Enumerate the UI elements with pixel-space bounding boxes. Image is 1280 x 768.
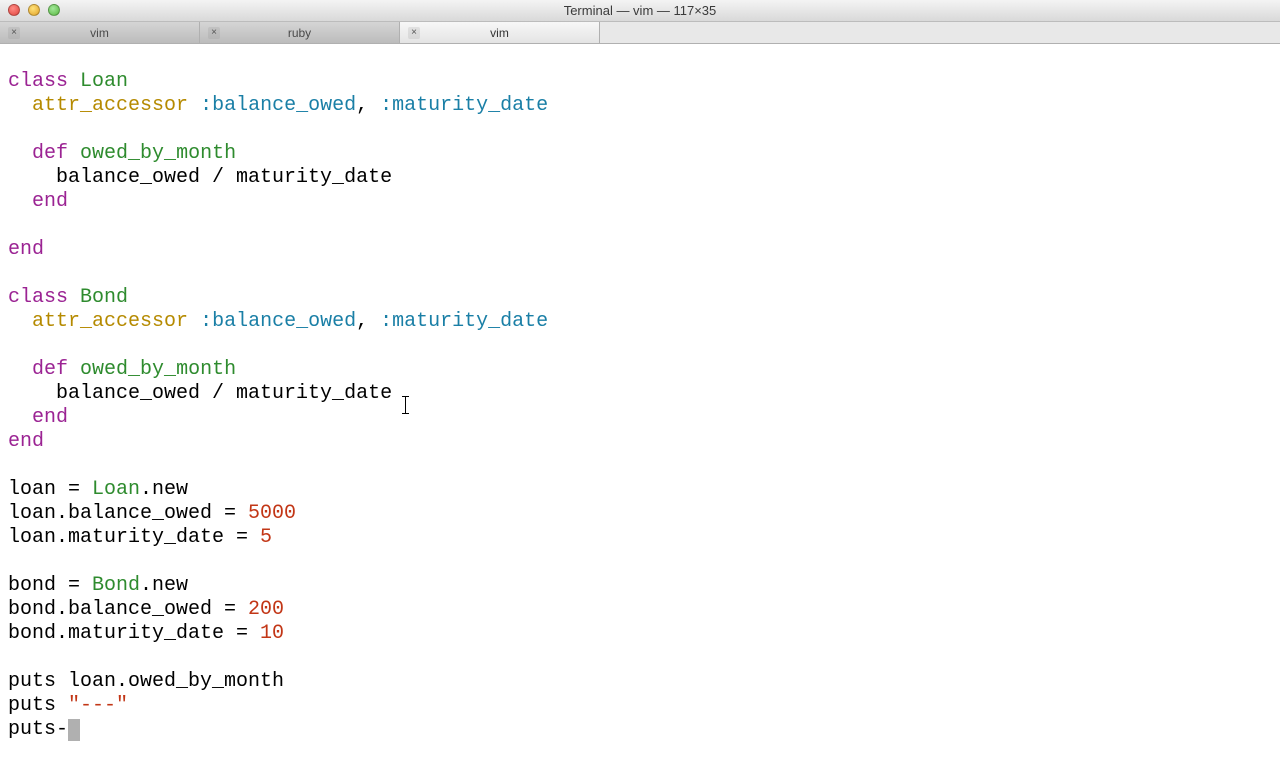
keyword-attr-accessor: attr_accessor (32, 310, 188, 333)
tab-label: vim (428, 21, 599, 45)
text-cursor-icon (405, 396, 406, 414)
method-body: balance_owed / maturity_date (56, 382, 392, 405)
code-text: bond.maturity_date = (8, 622, 260, 645)
symbol-maturity-date: :maturity_date (380, 310, 548, 333)
keyword-end: end (32, 406, 68, 429)
code-text: puts (8, 694, 68, 717)
method-body: balance_owed / maturity_date (56, 166, 392, 189)
tab-bar: × vim × ruby × vim (0, 22, 1280, 44)
method-owed-by-month: owed_by_month (80, 358, 236, 381)
cursor-icon (68, 719, 80, 741)
close-tab-icon[interactable]: × (8, 27, 20, 39)
close-icon[interactable] (8, 4, 20, 16)
const-bond: Bond (92, 574, 140, 597)
tab-ruby[interactable]: × ruby (200, 22, 400, 43)
minimize-icon[interactable] (28, 4, 40, 16)
code-text: .new (140, 574, 188, 597)
code-text: bond.balance_owed = (8, 598, 248, 621)
keyword-def: def (32, 358, 68, 381)
tab-vim-2[interactable]: × vim (400, 22, 600, 43)
close-tab-icon[interactable]: × (408, 27, 420, 39)
keyword-end: end (8, 430, 44, 453)
number-literal: 5 (260, 526, 272, 549)
code-text: puts- (8, 718, 68, 741)
tab-label: vim (28, 21, 199, 45)
symbol-balance-owed: :balance_owed (200, 310, 356, 333)
code-editor[interactable]: class Loan attr_accessor :balance_owed, … (0, 44, 1280, 768)
zoom-icon[interactable] (48, 4, 60, 16)
const-loan: Loan (80, 70, 128, 93)
code-text: puts loan.owed_by_month (8, 670, 284, 693)
keyword-def: def (32, 142, 68, 165)
symbol-maturity-date: :maturity_date (380, 94, 548, 117)
window-title: Terminal — vim — 117×35 (564, 0, 717, 23)
string-literal: "---" (68, 694, 128, 717)
number-literal: 200 (248, 598, 284, 621)
close-tab-icon[interactable]: × (208, 27, 220, 39)
number-literal: 5000 (248, 502, 296, 525)
symbol-balance-owed: :balance_owed (200, 94, 356, 117)
window-titlebar: Terminal — vim — 117×35 (0, 0, 1280, 22)
code-text: bond = (8, 574, 92, 597)
method-owed-by-month: owed_by_month (80, 142, 236, 165)
const-loan: Loan (92, 478, 140, 501)
tab-label: ruby (228, 21, 399, 45)
code-text: loan.balance_owed = (8, 502, 248, 525)
keyword-end: end (8, 238, 44, 261)
const-bond: Bond (80, 286, 128, 309)
code-text: .new (140, 478, 188, 501)
code-text: loan.maturity_date = (8, 526, 260, 549)
traffic-lights (8, 4, 60, 16)
keyword-attr-accessor: attr_accessor (32, 94, 188, 117)
keyword-class: class (8, 70, 68, 93)
number-literal: 10 (260, 622, 284, 645)
code-text: loan = (8, 478, 92, 501)
keyword-class: class (8, 286, 68, 309)
tab-vim-1[interactable]: × vim (0, 22, 200, 43)
keyword-end: end (32, 190, 68, 213)
